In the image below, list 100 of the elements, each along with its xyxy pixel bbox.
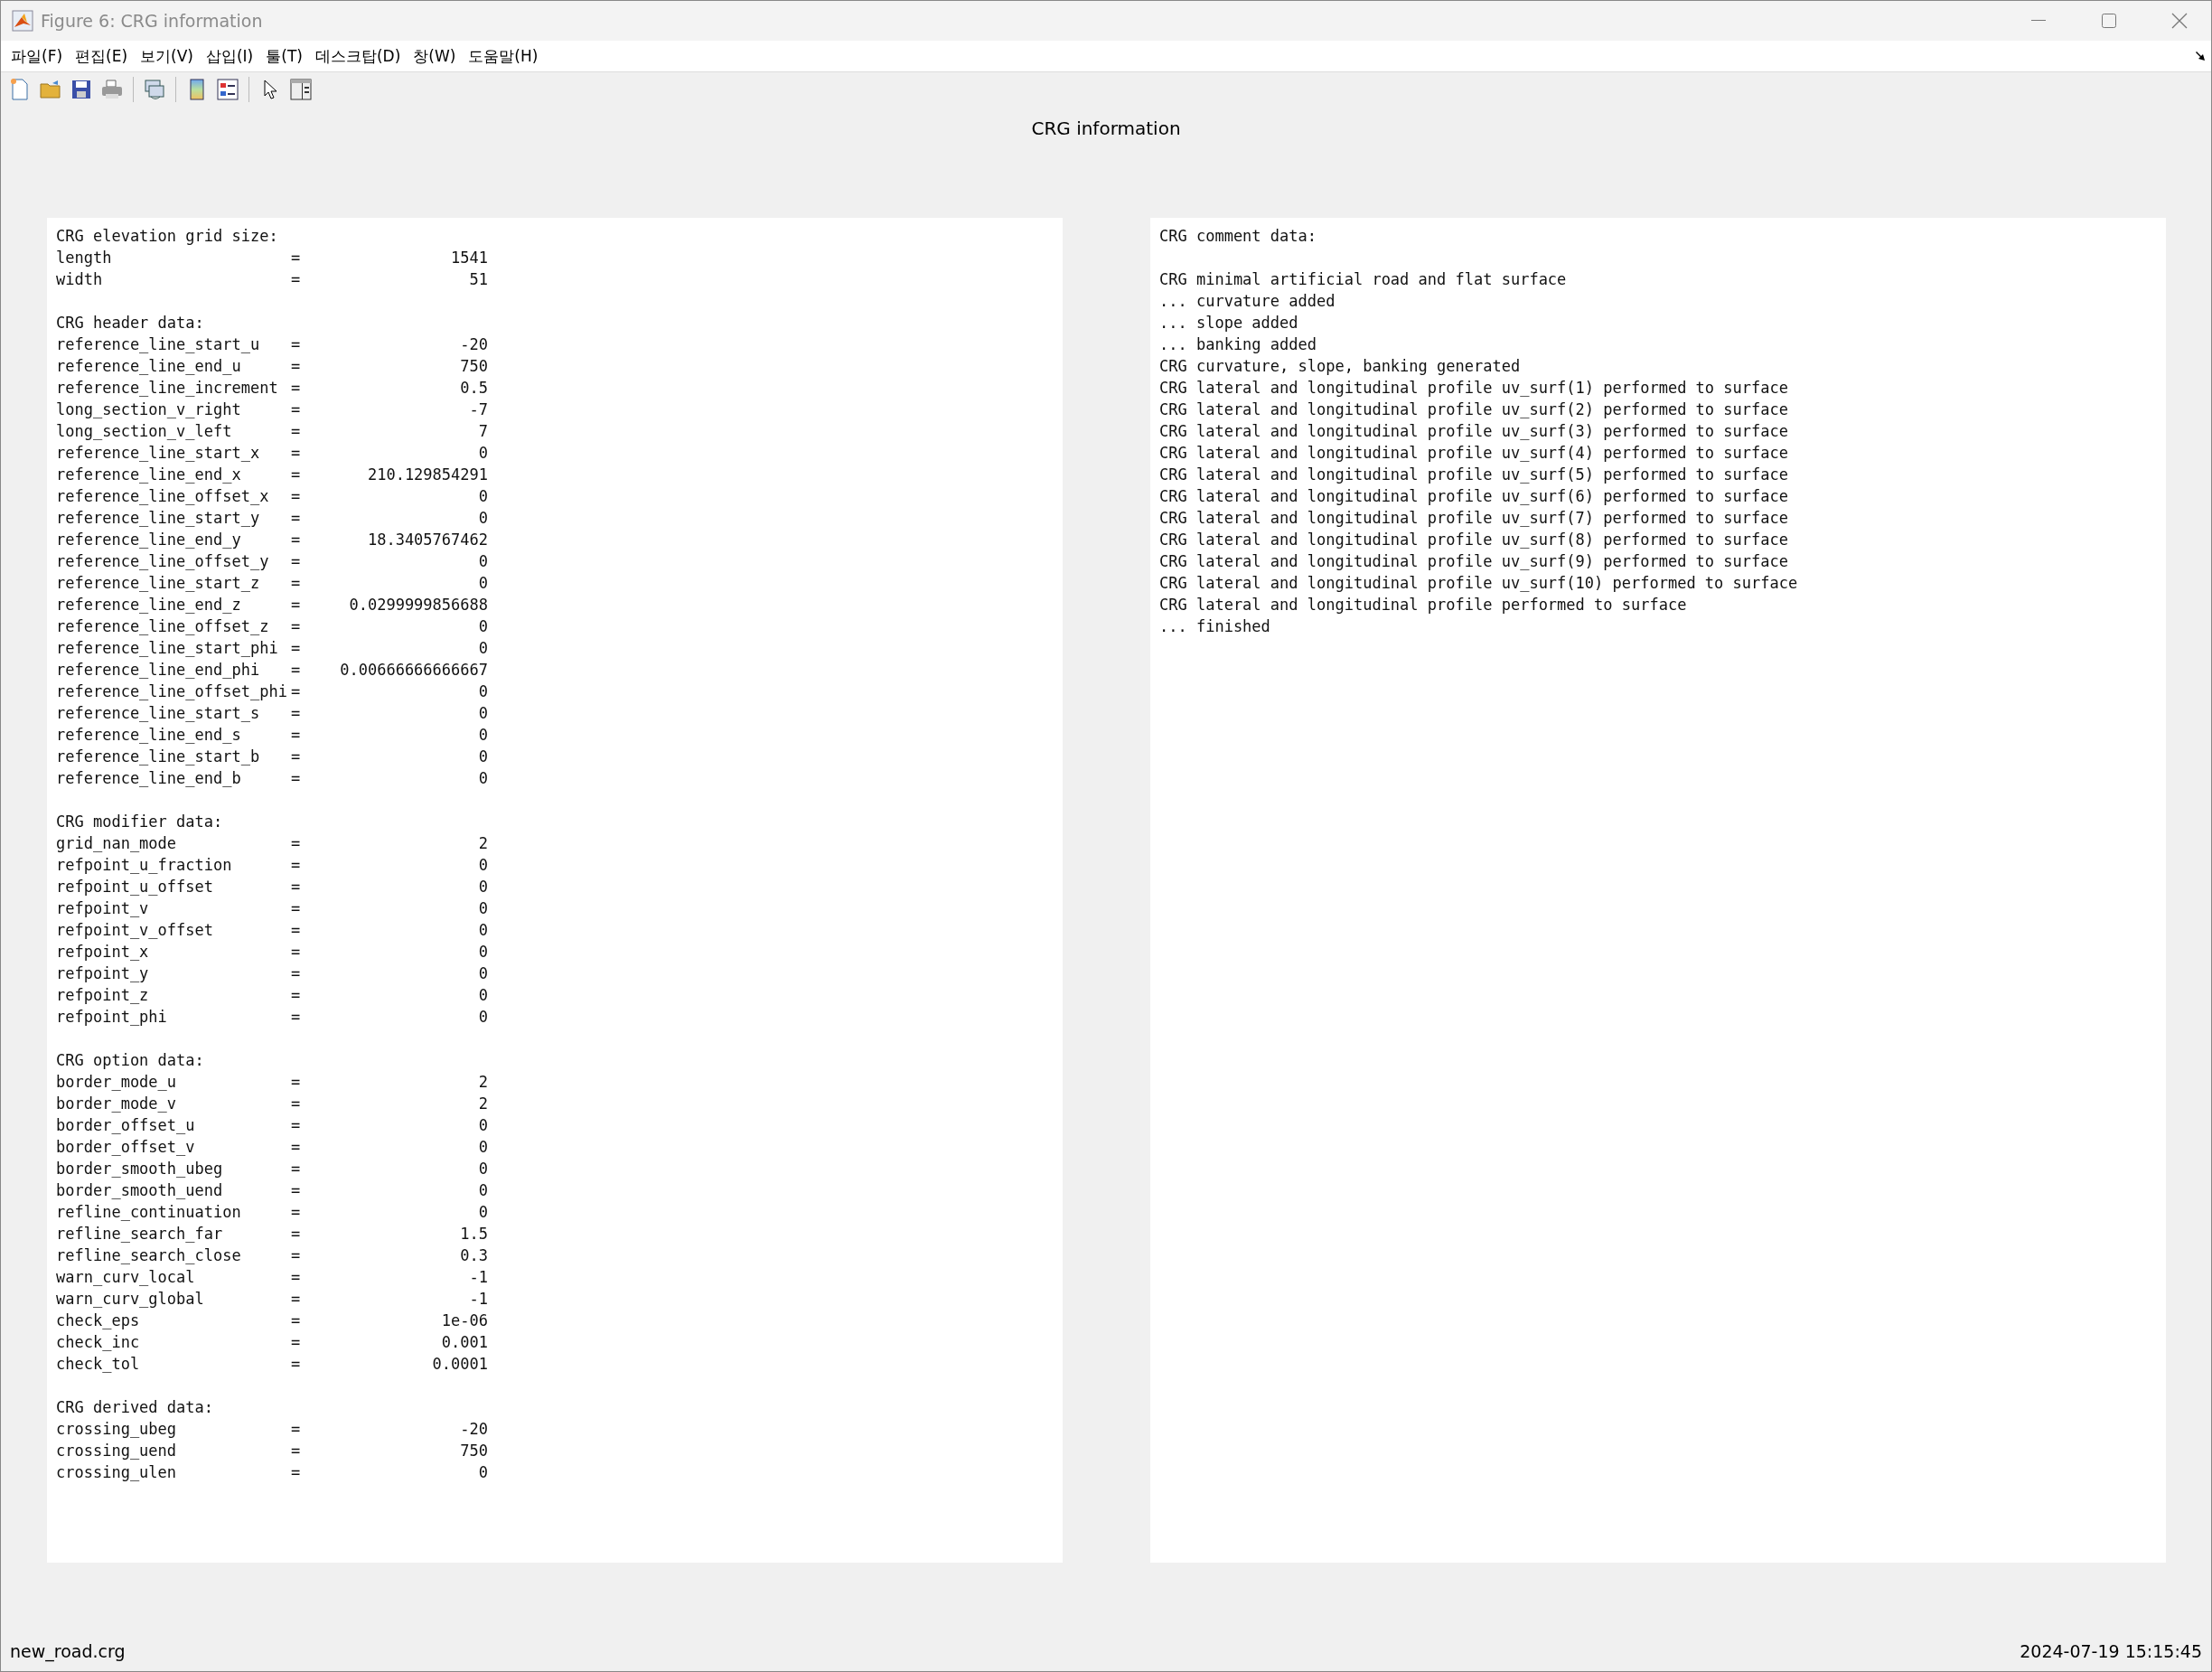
field-value: 0.5 [459,378,488,399]
field-label: reference_line_offset_y [56,551,270,572]
field-label: crossing_ubeg [56,1419,178,1440]
field-value: 0 [477,963,488,984]
field-value: 0 [477,1137,488,1158]
equals-sign: = [291,681,302,702]
equals-sign: = [291,1115,302,1136]
menu-item[interactable]: 파일(F) [8,45,71,67]
field-value: 0 [477,703,488,724]
field-label: crossing_uend [56,1441,178,1461]
equals-sign: = [291,1441,302,1461]
field-label: border_offset_v [56,1137,196,1158]
field-value: 0 [477,1202,488,1223]
field-value: 0.001 [440,1332,488,1353]
field-label: check_inc [56,1332,141,1353]
field-value: -7 [468,399,488,420]
field-label: reference_line_start_z [56,573,261,594]
equals-sign: = [291,1137,302,1158]
field-label: reference_line_end_y [56,530,242,550]
comment-line: CRG lateral and longitudinal profile uv_surf(7) performed to surface [1159,508,1789,529]
legend-icon[interactable] [214,76,241,103]
equals-sign: = [291,1159,302,1179]
equals-sign: = [291,855,302,876]
equals-sign: = [291,1072,302,1093]
field-label: grid_nan_mode [56,833,178,854]
field-label: refpoint_x [56,942,150,963]
dock-arrow-icon[interactable] [2195,51,2206,61]
field-value: 0 [477,855,488,876]
property-panel-icon[interactable] [287,76,314,103]
field-value: 0 [477,616,488,637]
menu-item[interactable]: 도움말(H) [465,45,547,67]
equals-sign: = [291,920,302,941]
comment-line: ... banking added [1159,334,1317,355]
menu-item[interactable]: 툴(T) [263,45,311,67]
equals-sign: = [291,963,302,984]
field-value: 0 [477,681,488,702]
equals-sign: = [291,465,302,485]
field-label: border_mode_v [56,1094,178,1114]
field-label: refpoint_u_fraction [56,855,233,876]
comment-line: ... curvature added [1159,291,1336,312]
close-icon[interactable] [2171,13,2188,29]
field-value: 7 [477,421,488,442]
field-label: refline_continuation [56,1202,242,1223]
equals-sign: = [291,1202,302,1223]
comment-line: CRG lateral and longitudinal profile uv_surf(8) performed to surface [1159,530,1789,550]
field-value: 0 [477,1180,488,1201]
menu-item[interactable]: 보기(V) [137,45,202,67]
menu-item[interactable]: 편집(E) [72,45,136,67]
comment-line: CRG lateral and longitudinal profile uv_surf(1) performed to surface [1159,378,1789,399]
field-value: 0 [477,920,488,941]
equals-sign: = [291,1310,302,1331]
field-value: 1.5 [459,1224,488,1245]
minimize-icon[interactable] [2031,20,2046,22]
equals-sign: = [291,269,302,290]
equals-sign: = [291,551,302,572]
field-value: 51 [468,269,488,290]
figure-title: CRG information [1031,117,1181,139]
field-label: reference_line_offset_x [56,486,270,507]
field-value: 18.3405767462 [366,530,488,550]
section-heading: CRG modifier data: [56,812,224,832]
equals-sign: = [291,356,302,377]
field-value: 0.3 [459,1245,488,1266]
field-value: -20 [459,1419,488,1440]
field-label: refpoint_v_offset [56,920,214,941]
field-label: length [56,248,113,268]
equals-sign: = [291,1354,302,1375]
menu-item[interactable]: 삽입(I) [202,45,262,67]
field-label: reference_line_offset_z [56,616,270,637]
field-value: 750 [459,1441,488,1461]
comment-line: CRG lateral and longitudinal profile uv_surf(4) performed to surface [1159,443,1789,464]
equals-sign: = [291,638,302,659]
field-label: reference_line_end_b [56,768,242,789]
field-label: reference_line_end_z [56,595,242,615]
field-value: -1 [468,1289,488,1310]
field-value: 0 [477,1159,488,1179]
equals-sign: = [291,660,302,681]
menu-item[interactable]: 창(W) [410,45,464,67]
maximize-icon[interactable] [2102,14,2116,28]
comment-line: CRG minimal artificial road and flat surface [1159,269,1568,290]
comment-line: CRG lateral and longitudinal profile uv_surf(9) performed to surface [1159,551,1789,572]
field-label: refpoint_y [56,963,150,984]
field-label: border_mode_u [56,1072,178,1093]
field-value: 0 [477,638,488,659]
equals-sign: = [291,1094,302,1114]
field-value: 0 [477,898,488,919]
menu-item[interactable]: 데스크탑(D) [312,45,409,67]
equals-sign: = [291,747,302,767]
equals-sign: = [291,248,302,268]
field-label: border_smooth_uend [56,1180,224,1201]
field-label: long_section_v_right [56,399,242,420]
field-value: -1 [468,1267,488,1288]
section-heading: CRG comment data: [1159,226,1317,247]
comment-line: CRG curvature, slope, banking generated [1159,356,1522,377]
field-value: 0 [477,508,488,529]
field-value: 0 [477,725,488,746]
field-value: 0.00666666666667 [339,660,488,681]
field-value: 0.0001 [431,1354,488,1375]
field-label: refline_search_far [56,1224,224,1245]
field-value: 2 [477,833,488,854]
equals-sign: = [291,833,302,854]
